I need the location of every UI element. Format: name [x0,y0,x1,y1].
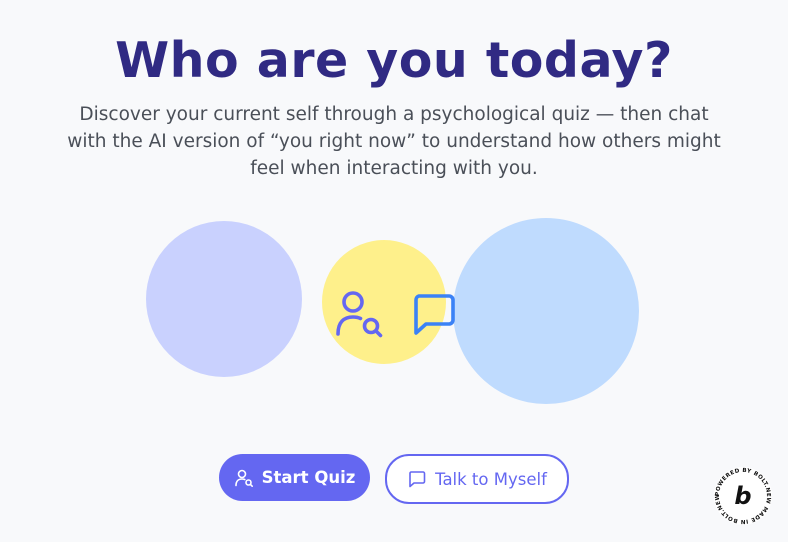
user-search-icon [234,469,253,487]
decorative-circle-blue [453,218,639,404]
talk-to-myself-label: Talk to Myself [435,469,547,489]
landing-page: Who are you today? Discover your current… [0,0,788,542]
bolt-badge-logo[interactable]: POWERED BY BOLT.NEW MADE IN BOLT.NEW b [713,466,773,526]
start-quiz-button[interactable]: Start Quiz [219,454,370,501]
decorative-circle-lavender [146,221,302,377]
talk-to-myself-button[interactable]: Talk to Myself [385,454,569,504]
start-quiz-label: Start Quiz [261,468,356,487]
page-title: Who are you today? [115,32,673,89]
chat-bubble-icon [414,294,455,335]
page-subtitle: Discover your current self through a psy… [67,104,721,179]
bolt-badge-letter: b [734,482,751,510]
user-search-icon [336,291,383,338]
chat-bubble-icon [409,471,426,488]
